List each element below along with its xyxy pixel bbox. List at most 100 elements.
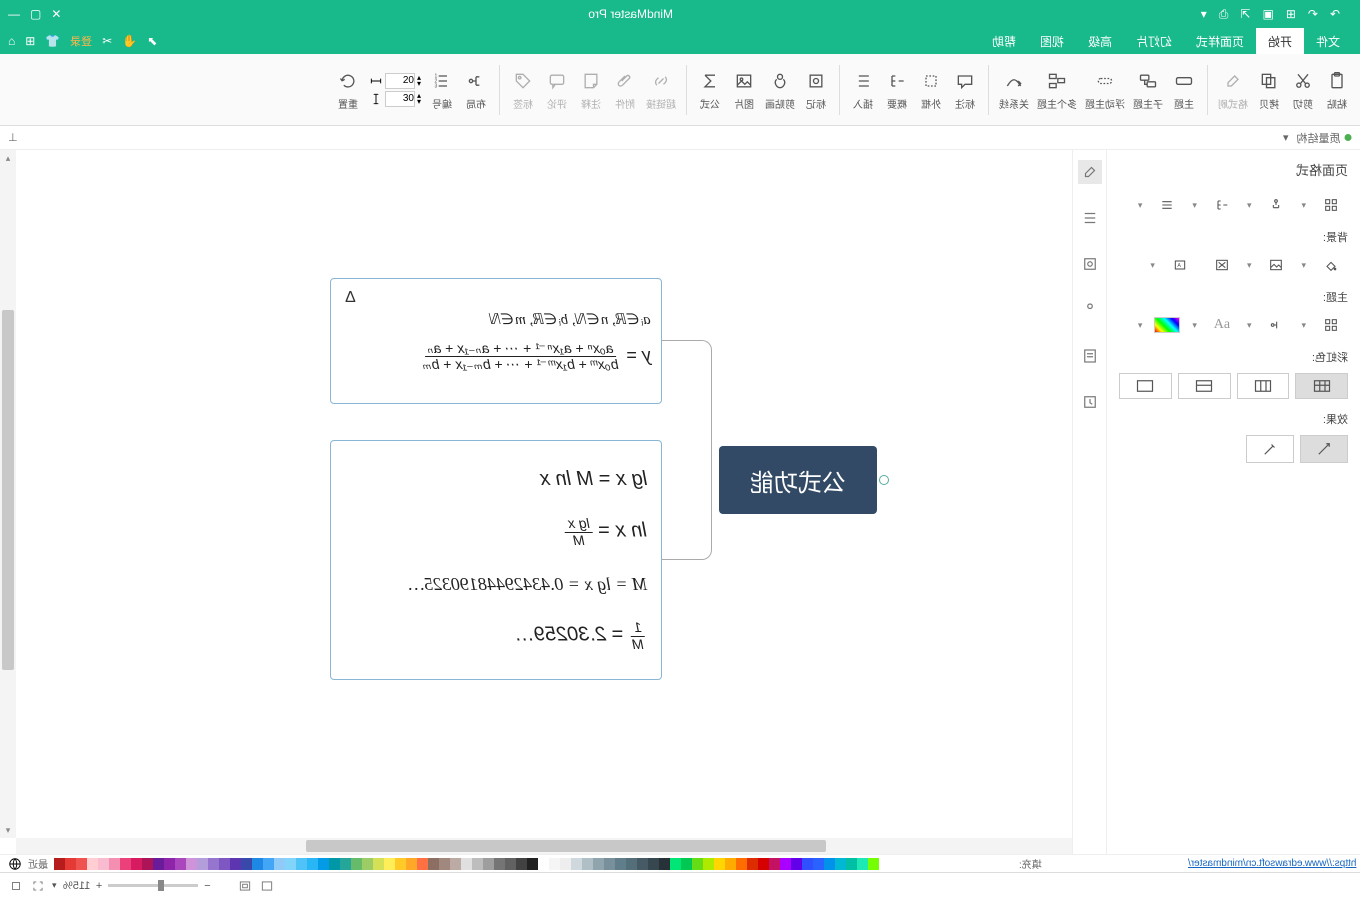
rainbow-opt[interactable] (1237, 373, 1290, 399)
outline-tab[interactable] (1078, 206, 1102, 230)
color-swatch[interactable] (384, 858, 395, 870)
font-button[interactable]: Aa (1205, 313, 1239, 337)
color-swatch[interactable] (54, 858, 65, 870)
tab-start[interactable]: 开始 (1256, 28, 1304, 54)
print-icon[interactable]: ⎙ (1219, 7, 1229, 22)
clipart-button[interactable]: 剪贴画 (763, 68, 797, 111)
color-swatch[interactable] (747, 858, 758, 870)
color-swatch[interactable] (362, 858, 373, 870)
more-icon[interactable]: ▾ (1201, 7, 1207, 21)
color-swatch[interactable] (560, 858, 571, 870)
actual-size-icon[interactable] (8, 878, 24, 894)
color-swatch[interactable] (802, 858, 813, 870)
color-swatch[interactable] (417, 858, 428, 870)
color-swatch[interactable] (241, 858, 252, 870)
spin-arrows[interactable]: ▴▾ (417, 75, 421, 86)
color-swatch[interactable] (791, 858, 802, 870)
color-swatch[interactable] (428, 858, 439, 870)
effect-hand-button[interactable] (1300, 435, 1348, 463)
doc-dropdown-icon[interactable]: ▾ (1283, 131, 1289, 144)
color-swatch[interactable] (505, 858, 516, 870)
caret-icon[interactable]: ▾ (1247, 260, 1252, 271)
paste-button[interactable]: 粘贴 (1322, 68, 1352, 111)
color-swatch[interactable] (857, 858, 868, 870)
scroll-down-icon[interactable]: ▾ (0, 822, 16, 838)
color-swatch[interactable] (219, 858, 230, 870)
formula-button[interactable]: 公式 (695, 68, 725, 111)
color-swatch[interactable] (175, 858, 186, 870)
scroll-up-icon[interactable]: ▴ (0, 150, 16, 166)
color-swatch[interactable] (813, 858, 824, 870)
color-swatch[interactable] (263, 858, 274, 870)
color-swatch[interactable] (780, 858, 791, 870)
cut-button[interactable]: 剪切 (1288, 68, 1318, 111)
color-swatch[interactable] (824, 858, 835, 870)
layout-button[interactable]: 布局 (461, 68, 491, 111)
pin-icon[interactable]: ⊥ (8, 131, 18, 144)
minimize-button[interactable]: — (8, 7, 20, 21)
color-swatch[interactable] (252, 858, 263, 870)
color-swatch[interactable] (340, 858, 351, 870)
color-swatch[interactable] (494, 858, 505, 870)
color-swatch[interactable] (197, 858, 208, 870)
color-swatch[interactable] (142, 858, 153, 870)
color-swatch[interactable] (758, 858, 769, 870)
login-link[interactable]: 登录 (70, 33, 92, 49)
vertical-scrollbar[interactable]: ▴ ▾ (0, 150, 16, 838)
boundary-button[interactable]: 外框 (916, 68, 946, 111)
hyperlink-button[interactable]: 超链接 (644, 68, 678, 111)
color-swatch[interactable] (373, 858, 384, 870)
color-swatch[interactable] (681, 858, 692, 870)
caret-icon[interactable]: ▾ (1301, 260, 1306, 271)
topic-node-2[interactable]: lg x = M ln x ln x = lg xM M = lg x = 0.… (330, 440, 662, 680)
subtopic-button[interactable]: 子主题 (1131, 68, 1165, 111)
color-swatch[interactable] (406, 858, 417, 870)
zoom-out-icon[interactable]: − (204, 880, 210, 892)
caret-icon[interactable]: ▾ (1192, 320, 1197, 331)
color-swatch[interactable] (582, 858, 593, 870)
zoom-caret[interactable]: ▾ (52, 880, 57, 891)
color-swatch[interactable] (659, 858, 670, 870)
color-swatch[interactable] (131, 858, 142, 870)
fit-page-icon[interactable] (30, 878, 46, 894)
theme-button[interactable] (1314, 313, 1348, 337)
website-link[interactable]: https://www.edrawsoft.cn/mindmaster/ (1188, 858, 1356, 869)
color-swatch[interactable] (549, 858, 560, 870)
caret-icon[interactable]: ▾ (1247, 320, 1252, 331)
color-swatch[interactable] (538, 858, 549, 870)
color-swatch[interactable] (153, 858, 164, 870)
color-swatch[interactable] (703, 858, 714, 870)
rainbow-opt[interactable] (1178, 373, 1231, 399)
rainbow-opt[interactable] (1119, 373, 1172, 399)
color-swatch[interactable] (296, 858, 307, 870)
caret-icon[interactable]: ▾ (1150, 260, 1155, 271)
color-swatch[interactable] (615, 858, 626, 870)
color-swatch[interactable] (98, 858, 109, 870)
page-view-icon[interactable] (259, 878, 275, 894)
color-swatch[interactable] (846, 858, 857, 870)
multitopic-button[interactable]: 多个主题 (1035, 68, 1079, 111)
spin-arrows[interactable]: ▴▾ (417, 93, 421, 104)
color-swatch[interactable] (395, 858, 406, 870)
color-swatch[interactable] (692, 858, 703, 870)
clipart-tab[interactable] (1078, 298, 1102, 322)
color-swatch[interactable] (626, 858, 637, 870)
color-swatch[interactable] (351, 858, 362, 870)
image-button[interactable]: 图片 (729, 68, 759, 111)
layout4-button[interactable] (1150, 193, 1184, 217)
shirt-icon[interactable]: 👕 (45, 34, 60, 48)
root-node[interactable]: 公式功能 (719, 446, 877, 514)
vspace-input[interactable] (385, 91, 415, 107)
new-icon[interactable]: ⊞ (1286, 7, 1296, 21)
color-button[interactable] (1150, 313, 1184, 337)
topic-node-1[interactable]: Δ aᵢ∈ℝ, n∈ℕ, bᵢ∈ℝ, m∈ℕ y = a₀xⁿ + a₁xⁿ⁻¹… (330, 278, 662, 404)
color-swatch[interactable] (87, 858, 98, 870)
color-swatch[interactable] (714, 858, 725, 870)
color-swatch[interactable] (868, 858, 879, 870)
tabs-icon[interactable]: ▣ (1262, 7, 1273, 21)
color-swatch[interactable] (604, 858, 615, 870)
caret-icon[interactable]: ▾ (1301, 200, 1306, 211)
color-swatch[interactable] (450, 858, 461, 870)
color-swatch[interactable] (208, 858, 219, 870)
watermark-button[interactable]: A (1163, 253, 1197, 277)
